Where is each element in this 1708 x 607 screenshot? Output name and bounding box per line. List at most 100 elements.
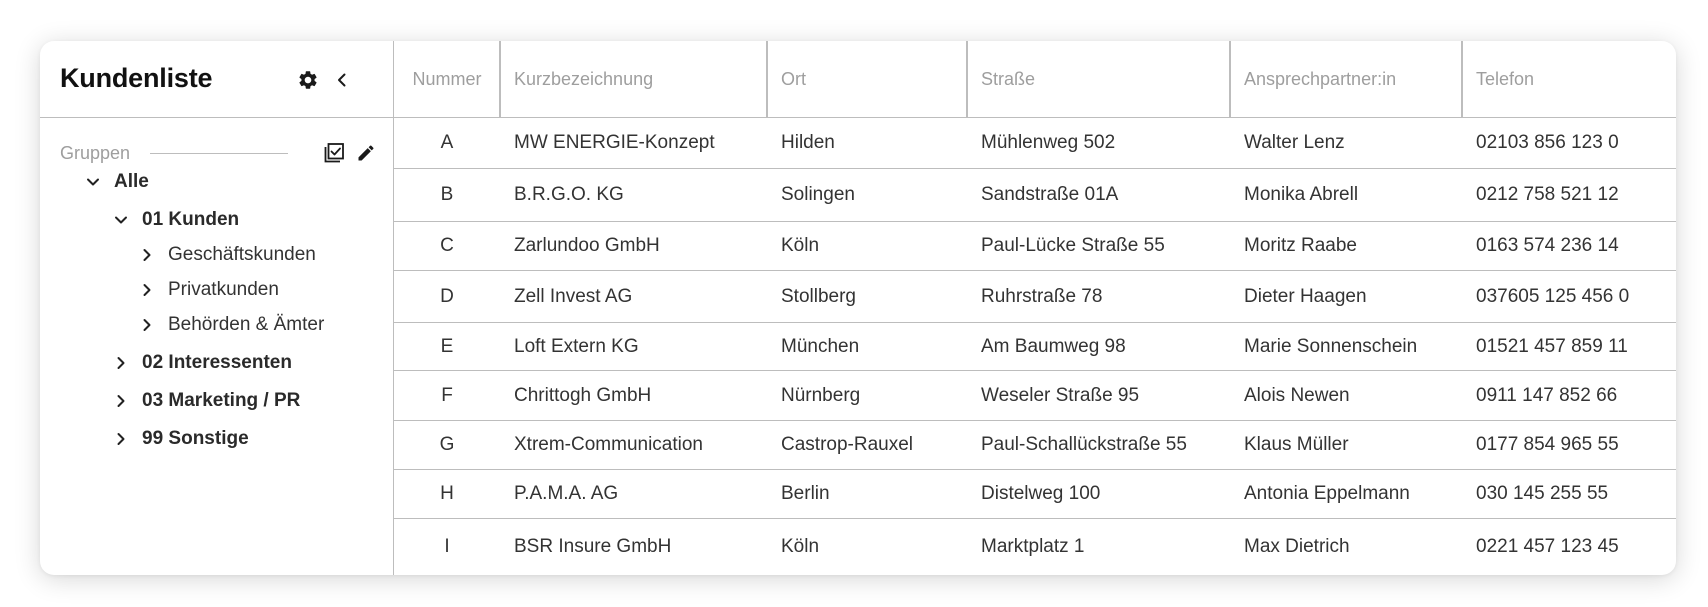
tree-item-label: 02 Interessenten xyxy=(142,352,292,373)
cell-kurzbezeichnung: Loft Extern KG xyxy=(514,335,639,357)
table-row[interactable]: A MW ENERGIE-Konzept Hilden Mühlenweg 502 Wa… xyxy=(394,118,1676,169)
cell-telefon: 030 145 255 55 xyxy=(1476,483,1609,504)
cell-ansprechpartner: Antonia Eppelmann xyxy=(1244,483,1410,504)
cell-strasse: Am Baumweg 98 xyxy=(981,335,1126,357)
cell-ort: Stollberg xyxy=(781,285,856,307)
checkbox-list-icon[interactable] xyxy=(322,141,346,165)
cell-nummer: E xyxy=(440,335,454,357)
chevron-down-icon xyxy=(112,211,130,229)
sidebar: Kundenliste Gruppen Alle 01 Kunden Gesch… xyxy=(40,41,394,575)
cell-nummer: H xyxy=(440,483,454,504)
cell-ansprechpartner: Dieter Haagen xyxy=(1244,285,1367,307)
sidebar-title: Kundenliste xyxy=(60,63,213,93)
cell-ansprechpartner: Max Dietrich xyxy=(1244,536,1350,557)
cell-telefon: 0177 854 965 55 xyxy=(1476,434,1619,455)
cell-ort: Köln xyxy=(781,536,820,557)
cell-strasse: Mühlenweg 502 xyxy=(981,132,1116,153)
cell-ort: Solingen xyxy=(781,184,855,205)
column-header-nummer[interactable]: Nummer xyxy=(394,41,500,118)
cell-kurzbezeichnung: Chrittogh GmbH xyxy=(514,384,652,406)
cell-kurzbezeichnung: Zell Invest AG xyxy=(514,285,633,307)
cell-telefon: 02103 856 123 0 xyxy=(1476,132,1619,153)
chevron-down-icon xyxy=(84,173,102,191)
cell-nummer: A xyxy=(440,132,454,153)
customer-table: Nummer Kurzbezeichnung Ort Straße Anspre… xyxy=(394,41,1676,575)
cell-ort: München xyxy=(781,335,860,357)
chevron-right-icon xyxy=(112,430,130,448)
table-row[interactable]: B B.R.G.O. KG Solingen Sandstraße 01A Monika… xyxy=(394,169,1676,222)
table-row[interactable]: G Xtrem-Communication Castrop-Rauxel Paul-S… xyxy=(394,421,1676,470)
table-row[interactable]: E Loft Extern KG München Am Baumweg 98 Marie… xyxy=(394,323,1676,371)
tree-item-geschaeftskunden[interactable]: Geschäftskunden xyxy=(138,242,316,268)
cell-kurzbezeichnung: BSR Insure GmbH xyxy=(514,536,672,557)
table-row[interactable]: I BSR Insure GmbH Köln Marktplatz 1 Max Diet… xyxy=(394,519,1676,575)
column-divider xyxy=(1229,41,1231,118)
cell-ansprechpartner: Alois Newen xyxy=(1244,384,1350,406)
tree-item-03-marketing-pr[interactable]: 03 Marketing / PR xyxy=(112,388,300,414)
chevron-right-icon xyxy=(112,354,130,372)
cell-kurzbezeichnung: B.R.G.O. KG xyxy=(514,184,624,205)
tree-item-label: 01 Kunden xyxy=(142,209,240,230)
cell-nummer: F xyxy=(441,384,453,406)
customer-list-card: Kundenliste Gruppen Alle 01 Kunden Gesch… xyxy=(40,41,1676,575)
cell-kurzbezeichnung: P.A.M.A. AG xyxy=(514,483,619,504)
cell-kurzbezeichnung: MW ENERGIE-Konzept xyxy=(514,132,715,153)
tree-item-behoerden-aemter[interactable]: Behörden & Ämter xyxy=(138,312,324,338)
tree-item-privatkunden[interactable]: Privatkunden xyxy=(138,277,279,303)
table-row[interactable]: C Zarlundoo GmbH Köln Paul-Lücke Straße 55 M… xyxy=(394,222,1676,271)
cell-telefon: 0163 574 236 14 xyxy=(1476,235,1619,256)
column-header-ort[interactable]: Ort xyxy=(767,41,967,118)
column-divider xyxy=(1461,41,1463,118)
tree-item-02-interessenten[interactable]: 02 Interessenten xyxy=(112,350,292,376)
cell-strasse: Paul-Lücke Straße 55 xyxy=(981,235,1165,256)
cell-telefon: 0212 758 521 12 xyxy=(1476,184,1619,205)
cell-nummer: G xyxy=(439,434,455,455)
cell-strasse: Weseler Straße 95 xyxy=(981,384,1140,406)
chevron-left-icon[interactable] xyxy=(330,68,354,92)
tree-item-label: Geschäftskunden xyxy=(168,244,316,265)
cell-strasse: Sandstraße 01A xyxy=(981,184,1119,205)
column-header-telefon[interactable]: Telefon xyxy=(1462,41,1676,118)
chevron-right-icon xyxy=(138,316,156,334)
cell-telefon: 0911 147 852 66 xyxy=(1476,384,1618,406)
tree-item-99-sonstige[interactable]: 99 Sonstige xyxy=(112,426,249,452)
chevron-right-icon xyxy=(112,392,130,410)
cell-ort: Castrop-Rauxel xyxy=(781,434,913,455)
cell-kurzbezeichnung: Zarlundoo GmbH xyxy=(514,235,660,256)
column-header-strasse[interactable]: Straße xyxy=(967,41,1230,118)
column-header-ansprechpartner[interactable]: Ansprechpartner:in xyxy=(1230,41,1462,118)
cell-ansprechpartner: Klaus Müller xyxy=(1244,434,1349,455)
gear-icon[interactable] xyxy=(296,68,320,92)
cell-ort: Köln xyxy=(781,235,820,256)
cell-ort: Hilden xyxy=(781,132,835,153)
cell-telefon: 0221 457 123 45 xyxy=(1476,536,1619,557)
table-row[interactable]: D Zell Invest AG Stollberg Ruhrstraße 78 Die… xyxy=(394,271,1676,323)
column-header-kurzbezeichnung[interactable]: Kurzbezeichnung xyxy=(500,41,767,118)
cell-telefon: 01521 457 859 11 xyxy=(1476,335,1628,357)
cell-strasse: Ruhrstraße 78 xyxy=(981,285,1103,307)
tree-item-01-kunden[interactable]: 01 Kunden xyxy=(112,207,239,233)
sidebar-header: Kundenliste xyxy=(40,41,394,118)
table-row[interactable]: H P.A.M.A. AG Berlin Distelweg 100 Antonia E… xyxy=(394,470,1676,519)
chevron-right-icon xyxy=(138,246,156,264)
groups-header: Gruppen xyxy=(60,141,376,165)
tree-item-label: Privatkunden xyxy=(168,279,279,300)
pencil-icon[interactable] xyxy=(354,141,378,165)
cell-kurzbezeichnung: Xtrem-Communication xyxy=(514,434,703,455)
chevron-right-icon xyxy=(138,281,156,299)
tree-item-label: 03 Marketing / PR xyxy=(142,390,301,411)
tree-item-label: Alle xyxy=(114,171,149,192)
column-divider xyxy=(766,41,768,118)
cell-ansprechpartner: Marie Sonnenschein xyxy=(1244,335,1418,357)
cell-strasse: Paul-Schallückstraße 55 xyxy=(981,434,1187,455)
tree-item-alle[interactable]: Alle xyxy=(84,169,149,195)
groups-label: Gruppen xyxy=(60,143,131,163)
cell-nummer: I xyxy=(444,536,450,557)
column-divider xyxy=(966,41,968,118)
column-divider xyxy=(499,41,501,118)
cell-nummer: B xyxy=(440,184,454,205)
cell-ansprechpartner: Monika Abrell xyxy=(1244,184,1359,205)
cell-strasse: Distelweg 100 xyxy=(981,483,1101,504)
cell-ort: Nürnberg xyxy=(781,384,861,406)
table-row[interactable]: F Chrittogh GmbH Nürnberg Weseler Straße 95… xyxy=(394,371,1676,421)
